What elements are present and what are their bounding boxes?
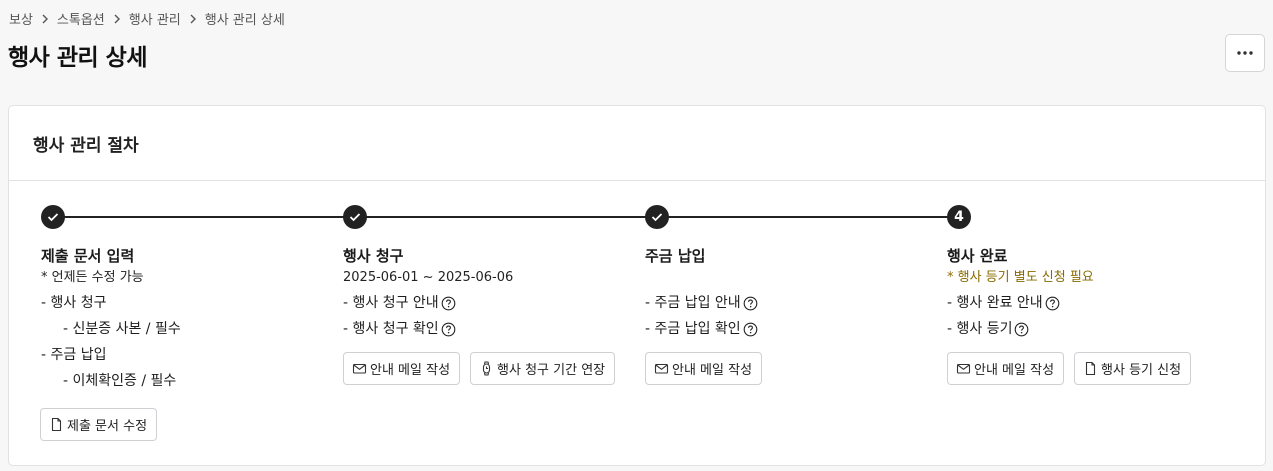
list-item-label: - 행사 완료 안내	[947, 295, 1043, 311]
question-circle-icon[interactable]	[441, 296, 456, 311]
button-label: 안내 메일 작성	[974, 363, 1055, 378]
step-3-status-node	[645, 205, 669, 229]
step-title: 행사 청구	[343, 247, 404, 265]
document-icon	[1083, 361, 1098, 376]
step-subtitle	[645, 269, 935, 287]
step-1-status-node	[41, 205, 65, 229]
list-item: - 주금 납입 확인	[645, 316, 935, 342]
step-exercise-request: 행사 청구 2025-06-01 ~ 2025-06-06 - 행사 청구 안내…	[343, 246, 633, 385]
question-circle-icon[interactable]	[743, 322, 758, 337]
page-title: 행사 관리 상세	[8, 45, 147, 71]
list-item-label: - 행사 청구 확인	[343, 321, 439, 337]
list-item: - 이체확인증 / 필수	[63, 373, 177, 389]
question-circle-icon[interactable]	[441, 322, 456, 337]
mail-icon	[956, 361, 971, 376]
list-item-label: - 주금 납입 안내	[645, 295, 741, 311]
list-item-label: - 주금 납입 확인	[645, 321, 741, 337]
list-item: - 신분증 사본 / 필수	[63, 321, 181, 337]
step-actions: 안내 메일 작성 행사 청구 기간 연장	[343, 352, 633, 385]
check-icon	[47, 212, 59, 222]
list-item: - 행사 청구	[41, 295, 107, 311]
list-item: - 주금 납입 안내	[645, 290, 935, 316]
step-payment: 주금 납입 - 주금 납입 안내 - 주금 납입 확인 안내 메일 작성	[645, 246, 935, 385]
list-item: - 행사 청구 안내	[343, 290, 633, 316]
list-item: - 주금 납입	[41, 347, 107, 363]
button-label: 안내 메일 작성	[370, 363, 451, 378]
step-actions: 안내 메일 작성 행사 등기 신청	[947, 352, 1237, 385]
step-2-status-node	[343, 205, 367, 229]
step-subtitle: * 언제든 수정 가능	[41, 270, 144, 285]
more-options-button[interactable]	[1225, 34, 1265, 72]
mail-icon	[654, 361, 669, 376]
extend-request-period-button[interactable]: 행사 청구 기간 연장	[470, 352, 616, 385]
apply-registration-button[interactable]: 행사 등기 신청	[1074, 352, 1192, 385]
breadcrumb-item-rewards[interactable]: 보상	[9, 9, 33, 28]
button-label: 안내 메일 작성	[672, 363, 753, 378]
write-notice-email-button[interactable]: 안내 메일 작성	[343, 352, 461, 385]
document-icon	[49, 417, 64, 432]
breadcrumb-item-current: 행사 관리 상세	[204, 13, 285, 28]
chevron-right-icon	[184, 11, 202, 27]
list-item: - 행사 등기	[947, 316, 1237, 342]
card-title: 행사 관리 절차	[33, 135, 139, 156]
button-label: 행사 등기 신청	[1101, 363, 1182, 378]
step-warning: * 행사 등기 별도 신청 필요	[947, 270, 1094, 285]
breadcrumb: 보상 스톡옵션 행사 관리 행사 관리 상세	[9, 9, 285, 28]
chevron-right-icon	[36, 11, 54, 27]
step-title: 행사 완료	[947, 247, 1008, 265]
write-notice-email-button[interactable]: 안내 메일 작성	[947, 352, 1065, 385]
list-item: - 행사 청구 확인	[343, 316, 633, 342]
stopwatch-icon	[479, 361, 494, 376]
exercise-procedure-card: 행사 관리 절차 4 제출 문서 입력 * 언제든 수정 가능 - 행사 청구 …	[8, 105, 1266, 466]
question-circle-icon[interactable]	[1045, 296, 1060, 311]
button-label: 행사 청구 기간 연장	[497, 363, 606, 378]
check-icon	[349, 212, 361, 222]
step-title: 제출 문서 입력	[41, 247, 135, 265]
breadcrumb-item-exercise-management[interactable]: 행사 관리	[129, 9, 181, 28]
timeline-connector	[355, 216, 657, 218]
step-4-status-node: 4	[947, 205, 971, 229]
mail-icon	[352, 361, 367, 376]
question-circle-icon[interactable]	[743, 296, 758, 311]
write-notice-email-button[interactable]: 안내 메일 작성	[645, 352, 763, 385]
card-header: 행사 관리 절차	[9, 106, 1265, 181]
timeline-connector	[53, 216, 355, 218]
list-item-label: - 행사 청구 안내	[343, 295, 439, 311]
step-actions: 안내 메일 작성	[645, 352, 935, 385]
step-submit-documents: 제출 문서 입력 * 언제든 수정 가능 - 행사 청구 - 신분증 사본 / …	[41, 246, 331, 394]
timeline-connector	[657, 216, 959, 218]
list-item: - 행사 완료 안내	[947, 290, 1237, 316]
more-horizontal-icon	[1237, 51, 1253, 55]
step-exercise-complete: 행사 완료 * 행사 등기 별도 신청 필요 - 행사 완료 안내 - 행사 등…	[947, 246, 1237, 385]
button-label: 제출 문서 수정	[67, 419, 148, 434]
breadcrumb-item-stock-options[interactable]: 스톡옵션	[57, 9, 105, 28]
list-item-label: - 행사 등기	[947, 321, 1013, 337]
chevron-right-icon	[108, 11, 126, 27]
step-title: 주금 납입	[645, 247, 706, 265]
step-period: 2025-06-01 ~ 2025-06-06	[343, 270, 514, 285]
edit-documents-button[interactable]: 제출 문서 수정	[40, 408, 158, 441]
check-icon	[651, 212, 663, 222]
question-circle-icon[interactable]	[1014, 322, 1029, 337]
